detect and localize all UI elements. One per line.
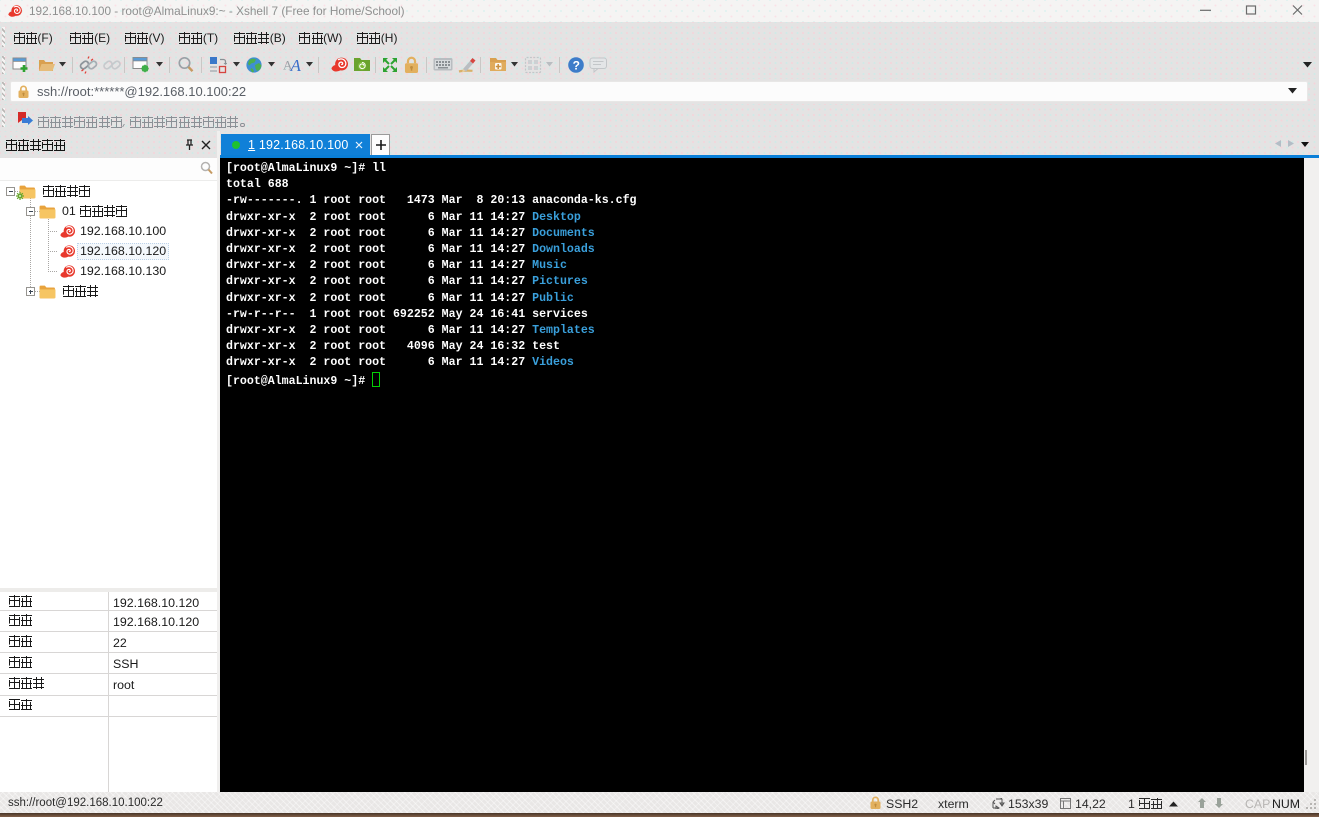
svg-text:A: A	[290, 56, 302, 74]
svg-text:?: ?	[573, 59, 580, 73]
